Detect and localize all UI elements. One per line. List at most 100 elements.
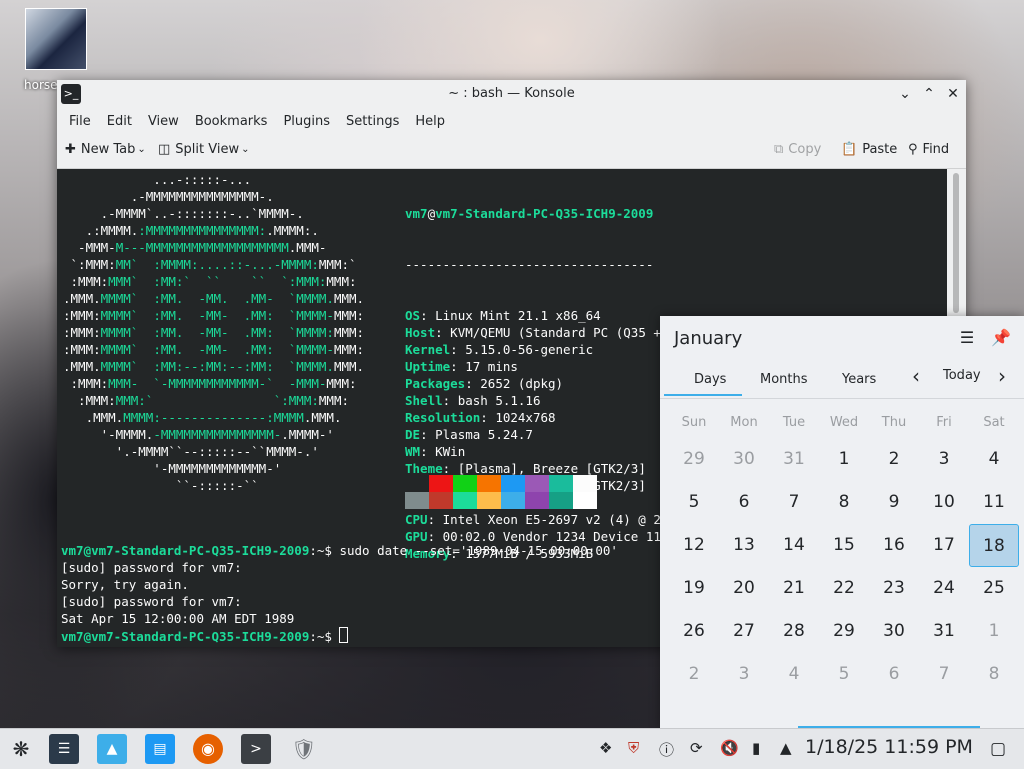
color-swatch — [453, 492, 477, 509]
calendar-day[interactable]: 3 — [919, 438, 969, 481]
calendar-day[interactable]: 17 — [919, 524, 969, 567]
calendar-day[interactable]: 8 — [819, 481, 869, 524]
calendar-day[interactable]: 30 — [869, 610, 919, 653]
calendar-day[interactable]: 23 — [869, 567, 919, 610]
calendar-day[interactable]: 31 — [769, 438, 819, 481]
calendar-day[interactable]: 21 — [769, 567, 819, 610]
calendar-day[interactable]: 31 — [919, 610, 969, 653]
calendar-day[interactable]: 10 — [919, 481, 969, 524]
split-view-button[interactable]: ◫ Split View ⌄ — [158, 142, 250, 157]
logo-segment: :MMM: — [63, 274, 109, 289]
calendar-day[interactable]: 26 — [669, 610, 719, 653]
color-swatch — [429, 492, 453, 509]
tab-years[interactable]: Years — [842, 372, 876, 387]
calendar-day[interactable]: 20 — [719, 567, 769, 610]
configure-icon[interactable]: ☰ — [956, 328, 978, 350]
info-value: KWin — [435, 444, 466, 459]
calendar-day[interactable]: 9 — [869, 481, 919, 524]
weekday-label: Tue — [782, 415, 806, 430]
info-value: 2652 (dpkg) — [480, 376, 564, 391]
shield-icon[interactable]: 🛡 — [289, 734, 319, 764]
calendar-grid: Sun Mon Tue Wed Thu Fri Sat 29 30 31 1 2 3 4 5 6 7 8 9 10 11… — [669, 408, 1019, 696]
application-launcher-icon[interactable]: ❋ — [6, 734, 36, 764]
menu-file[interactable]: File — [61, 114, 99, 129]
copy-button[interactable]: ⧉ Copy — [774, 142, 821, 157]
previous-month-icon[interactable]: ‹ — [912, 364, 920, 388]
volume-muted-icon[interactable]: 🔇 — [720, 739, 739, 757]
calendar-week-row: 2345678 — [669, 653, 1019, 696]
calendar-day[interactable]: 1 — [969, 610, 1019, 653]
find-label: Find — [922, 142, 950, 157]
menu-settings[interactable]: Settings — [338, 114, 407, 129]
calendar-day[interactable]: 29 — [669, 438, 719, 481]
tab-days[interactable]: Days — [694, 372, 726, 387]
menu-bookmarks[interactable]: Bookmarks — [187, 114, 276, 129]
firefox-icon[interactable]: ◉ — [193, 734, 223, 764]
calendar-day[interactable]: 6 — [719, 481, 769, 524]
paste-button[interactable]: 📋 Paste — [841, 142, 897, 157]
konsole-taskbar-icon[interactable]: > — [241, 734, 271, 764]
calendar-day[interactable]: 5 — [669, 481, 719, 524]
calendar-day[interactable]: 13 — [719, 524, 769, 567]
calendar-day-today[interactable]: 18 — [969, 524, 1019, 567]
taskbar-clock[interactable]: 1/18/25 11:59 PM — [805, 736, 973, 758]
system-settings-icon[interactable]: ☰ — [49, 734, 79, 764]
window-titlebar[interactable]: >_ ~ : bash — Konsole ⌄ ⌃ ✕ — [57, 80, 966, 108]
next-month-icon[interactable]: › — [998, 364, 1006, 388]
calendar-day[interactable]: 12 — [669, 524, 719, 567]
calendar-day[interactable]: 1 — [819, 438, 869, 481]
today-button[interactable]: Today — [943, 368, 981, 383]
calendar-day[interactable]: 4 — [769, 653, 819, 696]
tab-months[interactable]: Months — [760, 372, 808, 387]
menu-view[interactable]: View — [140, 114, 187, 129]
updates-icon[interactable]: ⓘ — [659, 739, 674, 760]
menu-bar: File Edit View Bookmarks Plugins Setting… — [57, 108, 966, 134]
show-desktop-icon[interactable]: ▢ — [990, 739, 1006, 759]
calendar-week-row: 5 6 7 8 9 10 11 — [669, 481, 1019, 524]
calendar-day[interactable]: 7 — [919, 653, 969, 696]
maximize-icon[interactable]: ⌃ — [919, 84, 939, 104]
calendar-day[interactable]: 2 — [869, 438, 919, 481]
file-manager-icon[interactable]: ▤ — [145, 734, 175, 764]
calendar-day[interactable]: 11 — [969, 481, 1019, 524]
menu-help[interactable]: Help — [407, 114, 453, 129]
scrollbar-thumb[interactable] — [953, 173, 959, 313]
text-cursor — [339, 627, 349, 643]
expand-tray-icon[interactable]: ▲ — [780, 739, 792, 757]
discover-store-icon[interactable]: ▲ — [97, 734, 127, 764]
calendar-day[interactable]: 29 — [819, 610, 869, 653]
calendar-day[interactable]: 3 — [719, 653, 769, 696]
calendar-day[interactable]: 24 — [919, 567, 969, 610]
menu-plugins[interactable]: Plugins — [275, 114, 338, 129]
sync-icon[interactable]: ⟳ — [690, 739, 703, 757]
calendar-day[interactable]: 16 — [869, 524, 919, 567]
calendar-day[interactable]: 28 — [769, 610, 819, 653]
calendar-day[interactable]: 25 — [969, 567, 1019, 610]
calendar-day[interactable]: 6 — [869, 653, 919, 696]
new-tab-button[interactable]: ✚ New Tab ⌄ — [65, 142, 146, 157]
calendar-day[interactable]: 2 — [669, 653, 719, 696]
calendar-day[interactable]: 19 — [669, 567, 719, 610]
find-button[interactable]: ⚲ Find — [908, 142, 949, 157]
calendar-day[interactable]: 30 — [719, 438, 769, 481]
calendar-day[interactable]: 14 — [769, 524, 819, 567]
calendar-day[interactable]: 8 — [969, 653, 1019, 696]
logo-segment: .MMMM-' — [281, 427, 372, 442]
calendar-day[interactable]: 7 — [769, 481, 819, 524]
device-icon[interactable]: ▮ — [752, 739, 760, 757]
swatch-row-bottom — [405, 492, 597, 509]
calendar-day[interactable]: 4 — [969, 438, 1019, 481]
new-tab-icon: ✚ — [65, 142, 76, 157]
close-icon[interactable]: ✕ — [943, 84, 963, 104]
security-shield-icon[interactable]: ⛨ — [628, 739, 639, 757]
menu-edit[interactable]: Edit — [99, 114, 140, 129]
calendar-week-row: 12 13 14 15 16 17 18 — [669, 524, 1019, 567]
calendar-day[interactable]: 5 — [819, 653, 869, 696]
pin-icon[interactable]: 📌 — [990, 328, 1012, 350]
shell-prompt: vm7@vm7-Standard-PC-Q35-ICH9-2009 — [61, 543, 310, 558]
minimize-icon[interactable]: ⌄ — [895, 84, 915, 104]
calendar-day[interactable]: 22 — [819, 567, 869, 610]
network-icon[interactable]: ❖ — [599, 739, 612, 757]
calendar-day[interactable]: 27 — [719, 610, 769, 653]
calendar-day[interactable]: 15 — [819, 524, 869, 567]
